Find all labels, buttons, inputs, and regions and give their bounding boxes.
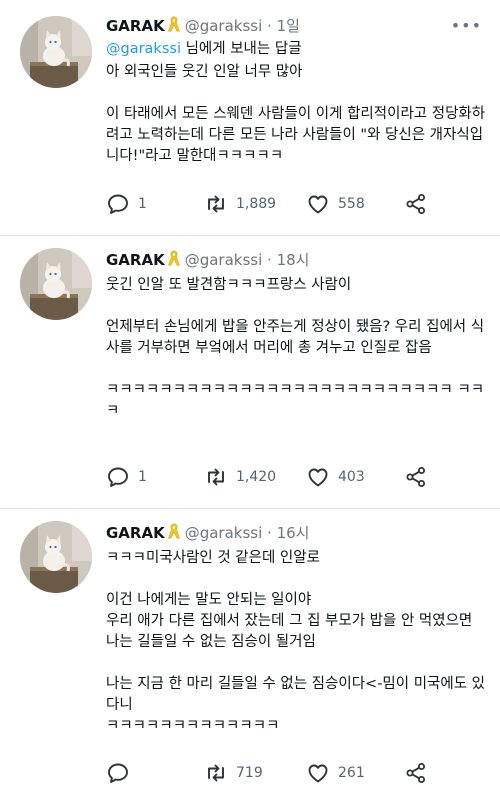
like-count: 558 bbox=[338, 196, 365, 212]
tweet-paragraph-blank bbox=[106, 569, 486, 590]
like-button[interactable]: 558 bbox=[306, 189, 365, 219]
handle[interactable]: @garakssi bbox=[185, 17, 263, 35]
share-button[interactable] bbox=[404, 189, 428, 219]
reply-context: @garakssi 님에게 보내는 답글 bbox=[106, 39, 486, 60]
like-button[interactable]: 403 bbox=[306, 462, 365, 492]
tweet-paragraph: 웃긴 인알 또 발견함ㅋㅋㅋ프랑스 사람이 bbox=[106, 277, 352, 293]
tweet-actions: 1 1,889 558 bbox=[106, 189, 486, 219]
handle[interactable]: @garakssi bbox=[185, 524, 263, 542]
reply-count: 1 bbox=[138, 469, 147, 485]
reply-context-label: 님에게 보내는 답글 bbox=[180, 41, 302, 57]
time-separator: · bbox=[262, 524, 277, 542]
tweet-paragraph: ㅋㅋㅋㅋㅋㅋㅋㅋㅋㅋㅋㅋㅋㅋㅋㅋㅋㅋㅋㅋㅋㅋㅋㅋㅋㅋ ㅋㅋㅋ bbox=[106, 382, 485, 419]
reply-button[interactable] bbox=[106, 758, 138, 788]
yellow-ribbon-icon bbox=[166, 522, 182, 540]
share-icon bbox=[404, 192, 428, 216]
tweet-2[interactable]: GARAK @garakssi · 18시 웃긴 인알 또 발견함ㅋㅋㅋ프랑스 사… bbox=[0, 236, 500, 508]
yellow-ribbon-icon bbox=[166, 249, 182, 267]
retweet-button[interactable]: 1,889 bbox=[204, 189, 276, 219]
tweet-1[interactable]: GARAK @garakssi · 1일 ••• @garakssi 님에게 보내… bbox=[0, 0, 500, 235]
retweet-button[interactable]: 1,420 bbox=[204, 462, 276, 492]
reply-mention-link[interactable]: @garakssi bbox=[106, 41, 181, 57]
reply-count: 1 bbox=[138, 196, 147, 212]
tweet-header: GARAK @garakssi · 1일 ••• bbox=[106, 14, 486, 38]
display-name[interactable]: GARAK bbox=[106, 524, 165, 542]
tweet-paragraph-blank bbox=[106, 296, 486, 317]
avatar[interactable] bbox=[20, 16, 92, 88]
tweet-header: GARAK @garakssi · 16시 bbox=[106, 521, 486, 545]
cat-photo-icon bbox=[20, 248, 92, 320]
avatar[interactable] bbox=[20, 248, 92, 320]
tweet-paragraph-blank bbox=[106, 359, 486, 380]
tweet-paragraph-blank bbox=[106, 653, 486, 674]
share-icon bbox=[404, 465, 428, 489]
tweet-actions: 719 261 bbox=[106, 758, 486, 788]
timestamp[interactable]: 1일 bbox=[277, 17, 300, 35]
reply-bubble-icon bbox=[106, 761, 130, 785]
reply-bubble-icon bbox=[106, 465, 130, 489]
share-button[interactable] bbox=[404, 758, 428, 788]
timestamp[interactable]: 18시 bbox=[277, 251, 310, 269]
tweet-text: 아 외국인들 웃긴 인알 너무 많아 이 타래에서 모든 스웨덴 사람들이 이게… bbox=[106, 62, 486, 167]
retweet-count: 1,420 bbox=[236, 469, 277, 485]
retweet-icon bbox=[204, 761, 228, 785]
display-name[interactable]: GARAK bbox=[106, 17, 165, 35]
heart-icon bbox=[306, 465, 330, 489]
tweet-paragraph-blank bbox=[106, 83, 486, 104]
heart-icon bbox=[306, 192, 330, 216]
tweet-paragraph: ㅋㅋㅋ미국사람인 것 같은데 인알로 bbox=[106, 550, 320, 566]
tweet-paragraph: 아 외국인들 웃긴 인알 너무 많아 bbox=[106, 64, 303, 80]
tweet-paragraph: ㅋㅋㅋㅋㅋㅋㅋㅋㅋㅋㅋㅋㅋ bbox=[106, 718, 280, 734]
display-name[interactable]: GARAK bbox=[106, 251, 165, 269]
heart-icon bbox=[306, 761, 330, 785]
share-button[interactable] bbox=[404, 462, 428, 492]
cat-photo-icon bbox=[20, 16, 92, 88]
share-icon bbox=[404, 761, 428, 785]
retweet-icon bbox=[204, 192, 228, 216]
tweet-3[interactable]: GARAK @garakssi · 16시 ㅋㅋㅋ미국사람인 것 같은데 인알로 … bbox=[0, 509, 500, 808]
avatar[interactable] bbox=[20, 521, 92, 593]
like-button[interactable]: 261 bbox=[306, 758, 365, 788]
yellow-ribbon-icon bbox=[166, 15, 182, 33]
retweet-count: 1,889 bbox=[236, 196, 277, 212]
tweet-paragraph: 이건 나에게는 말도 안되는 일이야 bbox=[106, 592, 312, 608]
time-separator: · bbox=[262, 251, 277, 269]
tweet-paragraph: 나는 지금 한 마리 길들일 수 없는 짐승이다<-밈이 미국에도 있다니 bbox=[106, 676, 486, 713]
tweet-header: GARAK @garakssi · 18시 bbox=[106, 248, 486, 272]
reply-bubble-icon bbox=[106, 192, 130, 216]
more-dots-icon[interactable]: ••• bbox=[451, 14, 482, 38]
like-count: 403 bbox=[338, 469, 365, 485]
retweet-button[interactable]: 719 bbox=[204, 758, 263, 788]
reply-button[interactable]: 1 bbox=[106, 189, 147, 219]
reply-button[interactable]: 1 bbox=[106, 462, 147, 492]
like-count: 261 bbox=[338, 765, 365, 781]
tweet-actions: 1 1,420 403 bbox=[106, 462, 486, 492]
timestamp[interactable]: 16시 bbox=[277, 524, 310, 542]
time-separator: · bbox=[262, 17, 277, 35]
tweet-text: ㅋㅋㅋ미국사람인 것 같은데 인알로 이건 나에게는 말도 안되는 일이야 우리… bbox=[106, 548, 486, 737]
retweet-icon bbox=[204, 465, 228, 489]
tweet-text: 웃긴 인알 또 발견함ㅋㅋㅋ프랑스 사람이 언제부터 손님에게 밥을 안주는게 … bbox=[106, 275, 486, 422]
tweet-paragraph: 이 타래에서 모든 스웨덴 사람들이 이게 합리적이라고 정당화하려고 노력하는… bbox=[106, 106, 486, 164]
retweet-count: 719 bbox=[236, 765, 263, 781]
handle[interactable]: @garakssi bbox=[185, 251, 263, 269]
tweet-paragraph: 언제부터 손님에게 밥을 안주는게 정상이 됐음? 우리 집에서 식사를 거부하… bbox=[106, 319, 485, 356]
tweet-paragraph: 우리 애가 다른 집에서 잤는데 그 집 부모가 밥을 안 먹였으면 나는 길들… bbox=[106, 613, 473, 650]
cat-photo-icon bbox=[20, 521, 92, 593]
